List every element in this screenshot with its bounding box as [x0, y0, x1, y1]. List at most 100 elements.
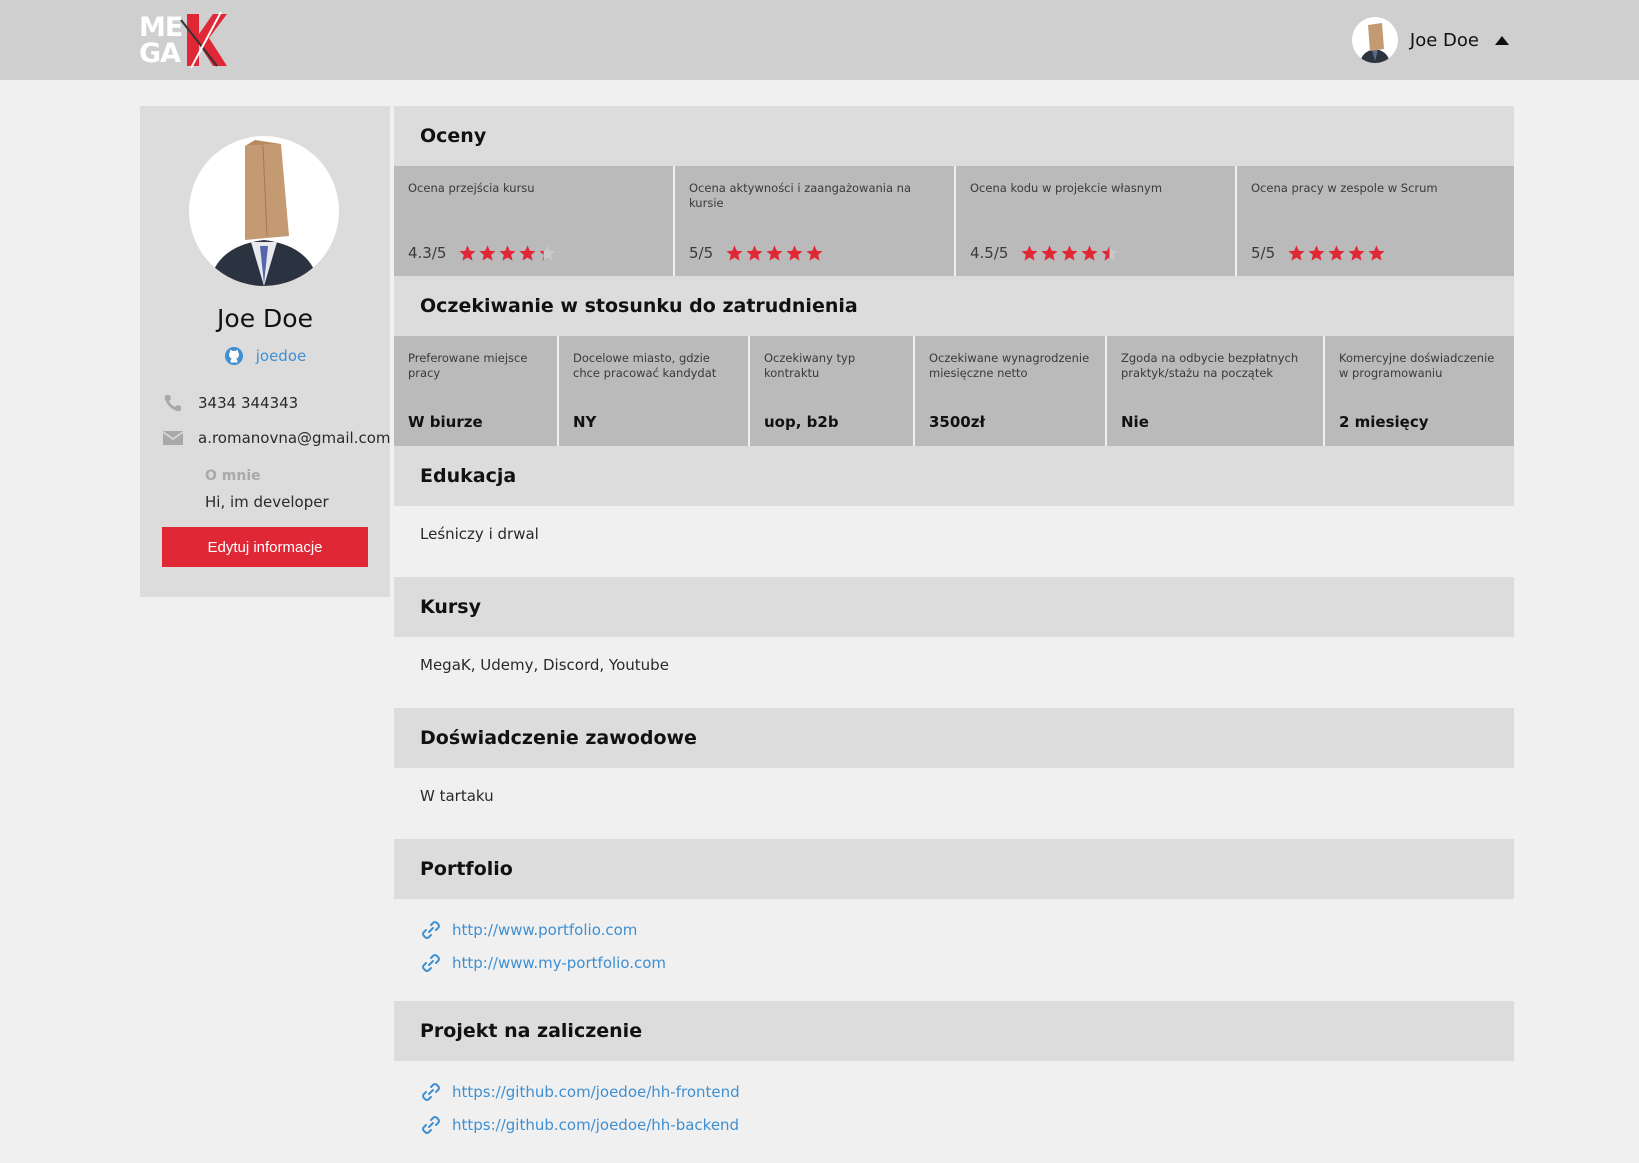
star-icon — [766, 245, 783, 261]
expectation-value: Nie — [1121, 413, 1149, 431]
rating-label: Ocena pracy w zespole w Scrum — [1251, 181, 1438, 195]
email-address: a.romanovna@gmail.com — [198, 429, 391, 447]
star-icon — [479, 245, 497, 261]
experience-text: W tartaku — [420, 787, 494, 805]
courses-text: MegaK, Udemy, Discord, Youtube — [420, 656, 669, 674]
expectation-value: uop, b2b — [764, 413, 839, 431]
star-icon — [1368, 245, 1385, 261]
portfolio-link[interactable]: http://www.portfolio.com — [452, 921, 637, 939]
project-links: https://github.com/joedoe/hh-frontend ht… — [420, 1075, 740, 1141]
logo-k-mark — [180, 11, 227, 69]
star-icon — [1308, 245, 1325, 261]
link-icon — [422, 920, 440, 939]
rating-max: /5 — [1260, 244, 1276, 262]
expectation-label: Docelowe miasto, gdzie chce pracować kan… — [573, 351, 717, 380]
star-icon — [499, 245, 517, 261]
github-icon — [224, 347, 243, 365]
portfolio-links: http://www.portfolio.com http://www.my-p… — [420, 913, 666, 979]
rating-card: Ocena pracy w zespole w Scrum 5/5 — [1237, 166, 1514, 276]
star-icon — [806, 245, 823, 261]
rating-value: 5/5 — [1251, 244, 1387, 262]
star-icon — [746, 245, 763, 261]
star-icon — [1021, 245, 1039, 261]
expectation-value: 2 miesięcy — [1339, 413, 1429, 431]
rating-score: 4.3 — [408, 244, 432, 262]
star-rating — [1287, 244, 1387, 262]
rating-score: 5 — [689, 244, 699, 262]
education-header: Edukacja — [394, 446, 1514, 506]
project-link[interactable]: https://github.com/joedoe/hh-backend — [452, 1116, 739, 1134]
star-icon — [1061, 245, 1079, 261]
github-link[interactable]: joedoe — [140, 346, 390, 366]
portfolio-link[interactable]: http://www.my-portfolio.com — [452, 954, 666, 972]
star-icon — [1348, 245, 1365, 261]
star-icon — [1041, 245, 1059, 261]
logo-text-bottom: GA — [139, 38, 181, 69]
rating-label: Ocena aktywności i zaangażowania na kurs… — [689, 181, 912, 210]
rating-max: /5 — [993, 244, 1009, 262]
caret-up-icon[interactable] — [1495, 35, 1509, 45]
expectation-card: Oczekiwany typ kontraktu uop, b2b — [750, 336, 913, 446]
expectation-card: Zgoda na odbycie bezpłatnych praktyk/sta… — [1107, 336, 1323, 446]
rating-score: 4.5 — [970, 244, 994, 262]
profile-sidebar: Joe Doe joedoe 3434 344343 a.romanovna@g… — [140, 106, 391, 597]
rating-value: 4.5/5 — [970, 244, 1120, 262]
star-icon — [539, 245, 557, 261]
expectation-label: Preferowane miejsce pracy — [408, 351, 528, 380]
star-icon — [726, 245, 743, 261]
star-icon — [1081, 245, 1099, 261]
user-name[interactable]: Joe Doe — [1410, 30, 1479, 51]
expectation-card: Oczekiwane wynagrodzenie miesięczne nett… — [915, 336, 1105, 446]
star-icon — [1288, 245, 1305, 261]
ratings-header: Oceny — [394, 106, 1514, 166]
ratings-cards: Ocena przejścia kursu 4.3/5 Ocena aktywn… — [394, 166, 1514, 276]
about-text: Hi, im developer — [205, 493, 329, 511]
expectation-label: Zgoda na odbycie bezpłatnych praktyk/sta… — [1121, 351, 1299, 380]
logo-text-top: ME — [139, 12, 183, 43]
expectations-cards: Preferowane miejsce pracy W biurze Docel… — [394, 336, 1514, 446]
rating-score: 5 — [1251, 244, 1261, 262]
email-row: a.romanovna@gmail.com — [162, 428, 391, 448]
rating-value: 5/5 — [689, 244, 825, 262]
education-text: Leśniczy i drwal — [420, 525, 539, 543]
link-item: https://github.com/joedoe/hh-backend — [420, 1108, 740, 1141]
profile-avatar — [189, 136, 339, 286]
expectation-value: 3500zł — [929, 413, 986, 431]
expectation-card: Komercyjne doświadczenie w programowaniu… — [1325, 336, 1514, 446]
expectation-label: Komercyjne doświadczenie w programowaniu — [1339, 351, 1495, 380]
expectation-value: W biurze — [408, 413, 483, 431]
project-header: Projekt na zaliczenie — [394, 1001, 1514, 1061]
link-item: https://github.com/joedoe/hh-frontend — [420, 1075, 740, 1108]
phone-number: 3434 344343 — [198, 394, 299, 412]
project-link[interactable]: https://github.com/joedoe/hh-frontend — [452, 1083, 740, 1101]
star-rating — [725, 244, 825, 262]
phone-row: 3434 344343 — [162, 393, 298, 413]
star-icon — [519, 245, 537, 261]
portfolio-header: Portfolio — [394, 839, 1514, 899]
star-icon — [786, 245, 803, 261]
rating-card: Ocena aktywności i zaangażowania na kurs… — [675, 166, 954, 276]
star-rating — [1020, 244, 1120, 262]
expectation-card: Docelowe miasto, gdzie chce pracować kan… — [559, 336, 748, 446]
expectation-label: Oczekiwane wynagrodzenie miesięczne nett… — [929, 351, 1090, 380]
expectation-label: Oczekiwany typ kontraktu — [764, 351, 856, 380]
rating-max: /5 — [698, 244, 714, 262]
expectations-header: Oczekiwanie w stosunku do zatrudnienia — [394, 276, 1514, 336]
expectation-card: Preferowane miejsce pracy W biurze — [394, 336, 557, 446]
top-bar: ME GA Joe Doe — [0, 0, 1639, 80]
edit-info-button[interactable]: Edytuj informacje — [162, 527, 368, 567]
github-username[interactable]: joedoe — [256, 347, 307, 365]
megak-logo[interactable]: ME GA — [139, 10, 235, 70]
experience-header: Doświadczenie zawodowe — [394, 708, 1514, 768]
link-icon — [422, 953, 440, 972]
rating-max: /5 — [431, 244, 447, 262]
star-icon — [459, 245, 477, 261]
rating-card: Ocena kodu w projekcie własnym 4.5/5 — [956, 166, 1235, 276]
profile-name: Joe Doe — [217, 304, 313, 333]
mail-icon — [162, 431, 184, 445]
link-icon — [422, 1082, 440, 1101]
about-label: O mnie — [205, 468, 261, 484]
link-item: http://www.my-portfolio.com — [420, 946, 666, 979]
avatar[interactable] — [1351, 17, 1398, 63]
user-menu[interactable]: Joe Doe — [1351, 17, 1509, 63]
